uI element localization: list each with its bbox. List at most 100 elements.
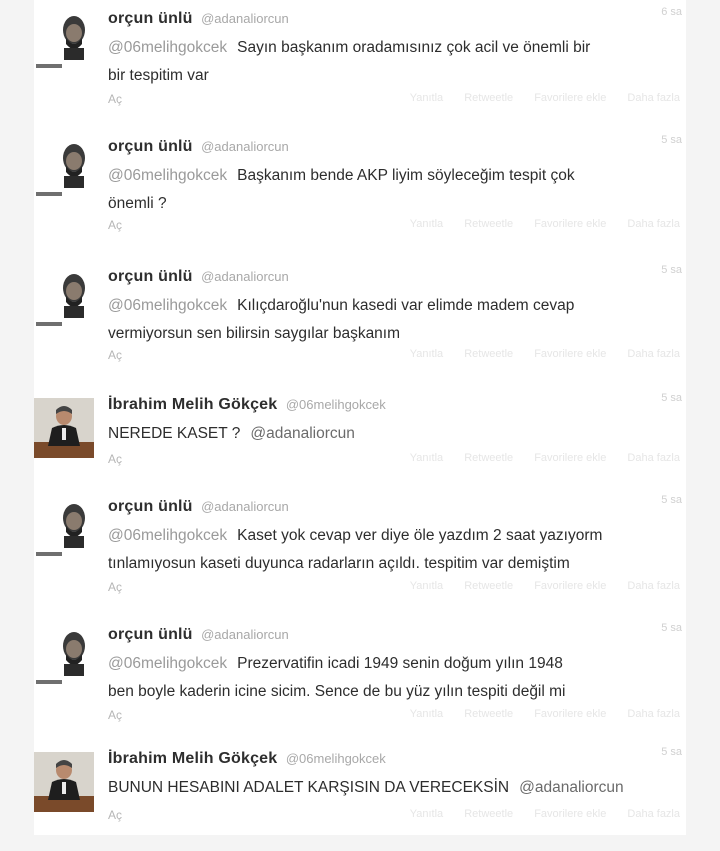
tweet-text: @06melihgokcek Kaset yok cevap ver diye ö… [108, 522, 678, 578]
tweet-text-line2: vermiyorsun sen bilirsin saygılar başkan… [108, 325, 401, 342]
tweet[interactable]: İbrahim Melih Gökçek @06melihgokcek 5 sa… [34, 740, 686, 835]
mention-link[interactable]: @adanaliorcun [519, 779, 624, 796]
tweet[interactable]: orçun ünlü @adanaliorcun 5 sa @06melihgo… [34, 258, 686, 384]
more-button[interactable]: Daha fazla [627, 708, 680, 720]
timestamp[interactable]: 6 sa [661, 6, 682, 18]
tweet[interactable]: orçun ünlü @adanaliorcun 5 sa @06melihgo… [34, 616, 686, 742]
more-button[interactable]: Daha fazla [627, 92, 680, 104]
favorite-button[interactable]: Favorilere ekle [534, 92, 606, 104]
tweet-text-line2: tınlamıyosun kaseti duyunca radarların a… [108, 555, 570, 572]
expand-link[interactable]: Aç [108, 708, 122, 722]
tweet-text-line1: Kaset yok cevap ver diye öle yazdım 2 sa… [237, 527, 603, 544]
user-handle[interactable]: @06melihgokcek [286, 397, 386, 412]
mention-link[interactable]: @06melihgokcek [108, 39, 227, 56]
tweet-actions: Yanıtla Retweetle Favorilere ekle Daha f… [392, 452, 680, 464]
user-handle[interactable]: @adanaliorcun [201, 139, 289, 154]
timestamp[interactable]: 5 sa [661, 134, 682, 146]
tweet-text-line1: BUNUN HESABINI ADALET KARŞISIN DA VERECE… [108, 779, 510, 796]
verified-badge-icon [36, 64, 62, 68]
tweet-text-line2: önemli ? [108, 195, 167, 212]
display-name[interactable]: İbrahim Melih Gökçek [108, 396, 277, 413]
tweet-text-line2: ben boyle kaderin icine sicim. Sence de … [108, 683, 566, 700]
favorite-button[interactable]: Favorilere ekle [534, 580, 606, 592]
retweet-button[interactable]: Retweetle [464, 452, 513, 464]
tweet-text-line2: bir tespitim var [108, 67, 209, 84]
display-name[interactable]: İbrahim Melih Gökçek [108, 750, 277, 767]
avatar[interactable] [60, 272, 88, 318]
avatar[interactable] [60, 502, 88, 548]
mention-link[interactable]: @06melihgokcek [108, 297, 227, 314]
retweet-button[interactable]: Retweetle [464, 708, 513, 720]
user-handle[interactable]: @adanaliorcun [201, 499, 289, 514]
display-name[interactable]: orçun ünlü [108, 626, 193, 643]
expand-link[interactable]: Aç [108, 348, 122, 362]
tweet-text-line1: Başkanım bende AKP liyim söyleceğim tesp… [237, 167, 575, 184]
tweet-text-line1: NEREDE KASET ? [108, 425, 241, 442]
display-name[interactable]: orçun ünlü [108, 268, 193, 285]
retweet-button[interactable]: Retweetle [464, 348, 513, 360]
retweet-button[interactable]: Retweetle [464, 218, 513, 230]
tweet[interactable]: orçun ünlü @adanaliorcun 5 sa @06melihgo… [34, 128, 686, 254]
retweet-button[interactable]: Retweetle [464, 92, 513, 104]
tweet[interactable]: orçun ünlü @adanaliorcun 6 sa @06melihgo… [34, 0, 686, 126]
retweet-button[interactable]: Retweetle [464, 580, 513, 592]
avatar[interactable] [60, 142, 88, 188]
favorite-button[interactable]: Favorilere ekle [534, 218, 606, 230]
more-button[interactable]: Daha fazla [627, 808, 680, 820]
user-handle[interactable]: @adanaliorcun [201, 269, 289, 284]
reply-button[interactable]: Yanıtla [410, 708, 443, 720]
expand-link[interactable]: Aç [108, 808, 122, 822]
reply-button[interactable]: Yanıtla [410, 218, 443, 230]
favorite-button[interactable]: Favorilere ekle [534, 452, 606, 464]
tweet-text: @06melihgokcek Prezervatifin icadi 1949 s… [108, 650, 678, 706]
display-name[interactable]: orçun ünlü [108, 10, 193, 27]
user-handle[interactable]: @adanaliorcun [201, 627, 289, 642]
display-name[interactable]: orçun ünlü [108, 138, 193, 155]
favorite-button[interactable]: Favorilere ekle [534, 348, 606, 360]
timestamp[interactable]: 5 sa [661, 392, 682, 404]
reply-button[interactable]: Yanıtla [410, 580, 443, 592]
tweet-text-line1: Sayın başkanım oradamısınız çok acil ve … [237, 39, 591, 56]
tweet[interactable]: orçun ünlü @adanaliorcun 5 sa @06melihgo… [34, 488, 686, 614]
tweet-actions: Yanıtla Retweetle Favorilere ekle Daha f… [392, 218, 680, 230]
tweet-text: @06melihgokcek Başkanım bende AKP liyim s… [108, 162, 678, 218]
avatar[interactable] [34, 398, 94, 458]
timestamp[interactable]: 5 sa [661, 622, 682, 634]
reply-button[interactable]: Yanıtla [410, 452, 443, 464]
timestamp[interactable]: 5 sa [661, 746, 682, 758]
verified-badge-icon [36, 192, 62, 196]
more-button[interactable]: Daha fazla [627, 348, 680, 360]
expand-link[interactable]: Aç [108, 218, 122, 232]
tweet-actions: Yanıtla Retweetle Favorilere ekle Daha f… [392, 708, 680, 720]
favorite-button[interactable]: Favorilere ekle [534, 708, 606, 720]
timestamp[interactable]: 5 sa [661, 264, 682, 276]
verified-badge-icon [36, 552, 62, 556]
more-button[interactable]: Daha fazla [627, 452, 680, 464]
retweet-button[interactable]: Retweetle [464, 808, 513, 820]
verified-badge-icon [36, 680, 62, 684]
more-button[interactable]: Daha fazla [627, 218, 680, 230]
display-name[interactable]: orçun ünlü [108, 498, 193, 515]
reply-button[interactable]: Yanıtla [410, 92, 443, 104]
tweet-text-line1: Prezervatifin icadi 1949 senin doğum yıl… [237, 655, 563, 672]
reply-button[interactable]: Yanıtla [410, 808, 443, 820]
avatar[interactable] [34, 752, 94, 812]
favorite-button[interactable]: Favorilere ekle [534, 808, 606, 820]
tweet-text: NEREDE KASET ? @adanaliorcun [108, 420, 678, 448]
reply-button[interactable]: Yanıtla [410, 348, 443, 360]
avatar[interactable] [60, 14, 88, 60]
mention-link[interactable]: @06melihgokcek [108, 655, 227, 672]
expand-link[interactable]: Aç [108, 92, 122, 106]
expand-link[interactable]: Aç [108, 452, 122, 466]
expand-link[interactable]: Aç [108, 580, 122, 594]
tweet-text: BUNUN HESABINI ADALET KARŞISIN DA VERECE… [108, 774, 678, 802]
avatar[interactable] [60, 630, 88, 676]
timestamp[interactable]: 5 sa [661, 494, 682, 506]
tweet-actions: Yanıtla Retweetle Favorilere ekle Daha f… [392, 348, 680, 360]
user-handle[interactable]: @06melihgokcek [286, 751, 386, 766]
mention-link[interactable]: @06melihgokcek [108, 527, 227, 544]
mention-link[interactable]: @adanaliorcun [250, 425, 355, 442]
user-handle[interactable]: @adanaliorcun [201, 11, 289, 26]
more-button[interactable]: Daha fazla [627, 580, 680, 592]
mention-link[interactable]: @06melihgokcek [108, 167, 227, 184]
